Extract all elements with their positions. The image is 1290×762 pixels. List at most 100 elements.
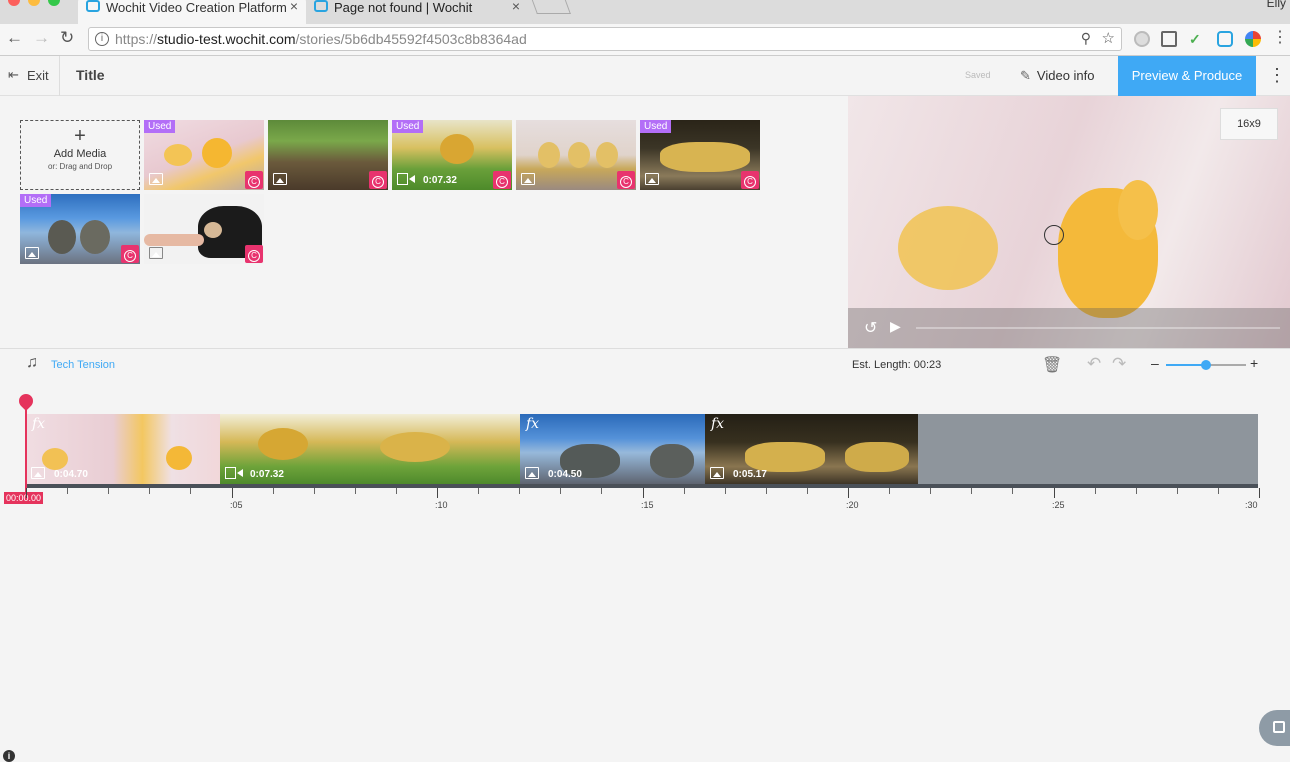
timeline-clip[interactable]: 0:07.32 xyxy=(220,414,520,484)
extension-circle-icon[interactable] xyxy=(1134,31,1150,47)
ruler-label: :05 xyxy=(230,500,243,510)
close-window-button[interactable] xyxy=(8,0,20,6)
duckling-shape xyxy=(568,142,590,168)
ruler-tick xyxy=(643,488,644,498)
tab-wochit-video-creation[interactable]: Wochit Video Creation Platform × xyxy=(78,0,306,24)
ruler-tick xyxy=(190,488,191,494)
used-badge: Used xyxy=(640,120,672,133)
address-bar[interactable]: i https://studio-test.wochit.com/stories… xyxy=(88,27,1122,51)
copyright-icon[interactable]: C xyxy=(617,171,635,189)
image-type-icon xyxy=(645,173,659,185)
media-item[interactable]: C xyxy=(268,120,388,190)
add-media-dropzone[interactable]: + Add Media or: Drag and Drop xyxy=(20,120,140,190)
undo-icon[interactable]: ↶ xyxy=(1087,354,1101,374)
media-item[interactable]: C xyxy=(516,120,636,190)
new-tab-button[interactable] xyxy=(531,0,571,14)
zoom-in-icon[interactable]: + xyxy=(1250,355,1258,371)
minimize-window-button[interactable] xyxy=(28,0,40,6)
ruler-tick xyxy=(314,488,315,494)
bookmark-star-icon[interactable]: ☆ xyxy=(1102,29,1115,47)
audio-track-name[interactable]: Tech Tension xyxy=(51,359,115,371)
close-tab-icon[interactable]: × xyxy=(290,0,298,14)
trash-icon[interactable]: 🗑 xyxy=(1042,355,1062,375)
zoom-slider[interactable] xyxy=(1166,360,1246,370)
copyright-icon[interactable]: C xyxy=(369,171,387,189)
cast-icon[interactable] xyxy=(1161,31,1177,47)
browser-tab-bar: Wochit Video Creation Platform × Page no… xyxy=(0,0,1290,24)
timeline-clip[interactable]: fx 0:04.70 xyxy=(26,414,220,484)
ruler-tick xyxy=(232,488,233,498)
used-badge: Used xyxy=(392,120,424,133)
ruler-tick xyxy=(437,488,438,498)
wochit-favicon-icon xyxy=(86,0,100,12)
replay-icon[interactable]: ↺ xyxy=(864,318,877,338)
plus-icon: + xyxy=(74,125,86,147)
timeline-clip[interactable]: fx 0:05.17 xyxy=(705,414,918,484)
media-item[interactable]: Used C xyxy=(640,120,760,190)
fx-icon[interactable]: fx xyxy=(526,416,539,432)
copyright-icon[interactable]: C xyxy=(245,245,263,263)
fx-icon[interactable]: fx xyxy=(711,416,724,432)
video-info-label: Video info xyxy=(1036,68,1095,83)
ruler-tick xyxy=(889,488,890,494)
fx-icon[interactable]: fx xyxy=(32,416,45,432)
duckling-shape xyxy=(1118,180,1158,240)
clip-duration: 0:04.70 xyxy=(54,469,88,480)
zoom-out-icon[interactable]: – xyxy=(1151,355,1159,371)
back-arrow-icon[interactable]: ← xyxy=(6,28,23,48)
cursor-hand-icon xyxy=(1044,225,1064,245)
ruler-tick xyxy=(1095,488,1096,494)
tab-page-not-found[interactable]: Page not found | Wochit × xyxy=(306,0,528,24)
zoom-slider-fill xyxy=(1166,364,1206,366)
preview-controls: ↺ ▶ xyxy=(848,308,1290,348)
duckling-shape xyxy=(380,432,450,462)
ruler-tick xyxy=(725,488,726,494)
timeline-clip[interactable]: fx 0:04.50 xyxy=(520,414,705,484)
zoom-search-icon[interactable]: ⚲ xyxy=(1081,30,1091,47)
close-tab-icon[interactable]: × xyxy=(512,0,520,14)
ruler-tick xyxy=(1054,488,1055,498)
reload-icon[interactable]: ↻ xyxy=(60,28,74,48)
extension-check-icon[interactable]: ✓ xyxy=(1189,31,1205,47)
more-options-icon[interactable]: ⋮ xyxy=(1268,65,1286,86)
ruler-tick xyxy=(67,488,68,494)
info-icon[interactable]: i xyxy=(3,750,15,762)
redo-icon[interactable]: ↷ xyxy=(1112,354,1126,374)
timeline-ruler-bar xyxy=(26,484,1258,488)
preview-produce-button[interactable]: Preview & Produce xyxy=(1118,56,1256,96)
copyright-icon[interactable]: C xyxy=(121,245,139,263)
story-title[interactable]: Title xyxy=(76,67,105,83)
duckling-shape xyxy=(440,134,474,164)
browser-menu-icon[interactable]: ⋮ xyxy=(1272,30,1288,47)
playhead-handle[interactable] xyxy=(16,391,36,411)
ruler-label: :30 xyxy=(1245,500,1258,510)
chat-icon xyxy=(1273,721,1285,733)
aspect-ratio-button[interactable]: 16x9 xyxy=(1220,108,1278,140)
forward-arrow-icon[interactable]: → xyxy=(33,28,50,48)
profile-name[interactable]: Elly xyxy=(1267,0,1286,10)
extension-color-icon[interactable] xyxy=(1245,31,1261,47)
preview-progress-bar[interactable] xyxy=(916,327,1280,329)
video-info-button[interactable]: ✎ Video info xyxy=(1020,68,1095,84)
playhead-line[interactable] xyxy=(25,400,27,492)
maximize-window-button[interactable] xyxy=(48,0,60,6)
copyright-icon[interactable]: C xyxy=(493,171,511,189)
info-icon[interactable]: i xyxy=(95,32,109,46)
ruler-tick xyxy=(478,488,479,494)
image-type-icon xyxy=(525,467,539,479)
image-type-icon xyxy=(273,173,287,185)
media-item[interactable]: Used C xyxy=(144,120,264,190)
copyright-icon[interactable]: C xyxy=(245,171,263,189)
chat-launcher-button[interactable] xyxy=(1259,710,1290,746)
save-status: Saved xyxy=(965,70,991,80)
video-preview[interactable]: 16x9 ↺ ▶ xyxy=(848,96,1290,348)
media-item[interactable]: C xyxy=(144,194,264,264)
duckling-shape xyxy=(48,220,76,254)
play-icon[interactable]: ▶ xyxy=(890,318,901,335)
copyright-icon[interactable]: C xyxy=(741,171,759,189)
media-item[interactable]: Used 0:07.32 C xyxy=(392,120,512,190)
media-item[interactable]: Used C xyxy=(20,194,140,264)
extension-wochit-icon[interactable] xyxy=(1217,31,1233,47)
exit-button[interactable]: ⇤ Exit xyxy=(0,56,60,96)
zoom-slider-handle[interactable] xyxy=(1201,360,1211,370)
